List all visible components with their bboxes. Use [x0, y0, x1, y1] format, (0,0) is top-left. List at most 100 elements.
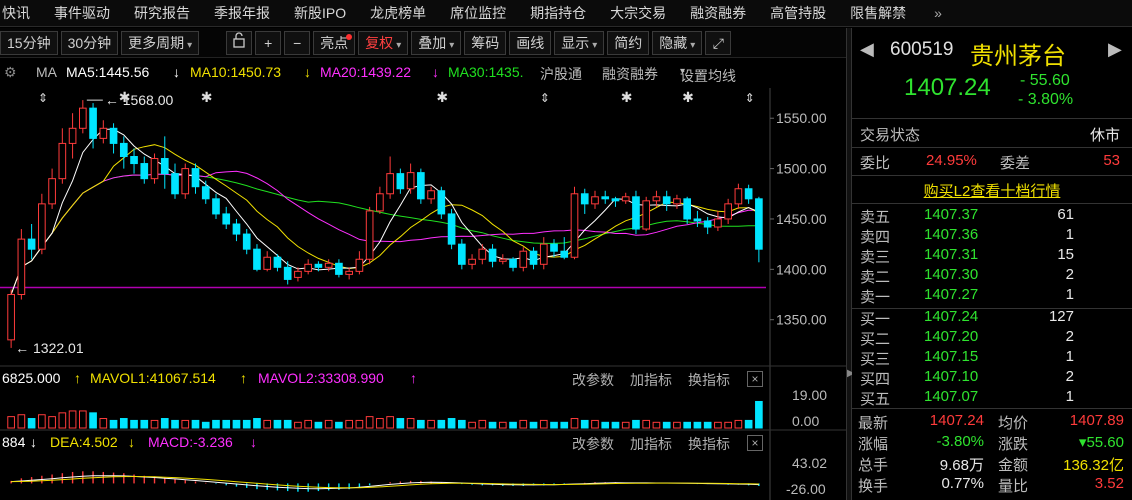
- candle-down: [632, 196, 640, 230]
- chart-toolbar: 15分钟 30分钟 更多周期 ▾ + − 亮点 复权 ▾ 叠加 ▾ 筹码 画线 显示 ▾…: [0, 28, 846, 58]
- volume-bar-up: [263, 419, 272, 429]
- lock-icon[interactable]: [226, 30, 253, 55]
- level-price: 1407.27: [924, 286, 979, 303]
- margin-button[interactable]: 融资融券: [602, 64, 658, 84]
- level-volume: 1: [1065, 388, 1074, 405]
- volume-bar-up: [150, 419, 159, 429]
- settings-icon[interactable]: ⚙: [4, 64, 17, 81]
- volume-bar-up: [406, 418, 415, 429]
- nav-item[interactable]: 新股IPO: [282, 0, 358, 27]
- level-volume: 127: [1048, 308, 1074, 325]
- nav-more-icon[interactable]: »: [922, 0, 954, 27]
- hide-dropdown[interactable]: 隐藏 ▾: [652, 30, 703, 55]
- candle-down: [222, 213, 231, 225]
- chevron-down-icon: ▾: [396, 39, 402, 51]
- period-15min-button[interactable]: 15分钟: [0, 30, 58, 55]
- level-volume: 1: [1065, 226, 1074, 243]
- period-30min-button[interactable]: 30分钟: [60, 30, 119, 55]
- more-period-label: 更多周期: [128, 34, 185, 51]
- candle-down: [89, 107, 97, 139]
- order-ratio-row: 委比 24.95% 委差 53: [852, 150, 1132, 174]
- mavol2-value: MAVOL2:33308.990: [258, 370, 384, 386]
- divider: [852, 203, 1132, 204]
- level-label: 卖四: [860, 229, 891, 246]
- dividend-marker-icon: ⇕: [745, 91, 755, 105]
- l2-upgrade-link[interactable]: 购买L2查看十档行情: [924, 183, 1061, 200]
- volume-bar-down: [232, 419, 241, 429]
- nav-item[interactable]: 融资融券: [678, 0, 758, 27]
- nav-item[interactable]: 高管持股: [758, 0, 838, 27]
- stat-row: 总手 9.68万 金额 136.32亿: [852, 454, 1132, 475]
- volume-bar-up: [345, 419, 353, 429]
- candle-down: [232, 223, 241, 235]
- nav-item[interactable]: 席位监控: [438, 0, 518, 27]
- stat-value: 136.32亿: [1063, 457, 1124, 474]
- change-param-button[interactable]: 改参数: [572, 434, 614, 454]
- highlight-button[interactable]: 亮点: [313, 30, 356, 55]
- swap-indicator-button[interactable]: 换指标: [688, 370, 730, 390]
- candle-up: [642, 200, 651, 230]
- nav-item[interactable]: 季报年报: [202, 0, 282, 27]
- display-dropdown[interactable]: 显示 ▾: [554, 30, 605, 55]
- stat-value: 3.52: [1094, 475, 1124, 492]
- order-ratio-value: 24.95%: [926, 152, 977, 169]
- candle-up: [621, 196, 630, 202]
- price-block: 1407.24 - 55.60 - 3.80%: [852, 72, 1132, 112]
- nav-item[interactable]: 研究报告: [122, 0, 202, 27]
- close-icon[interactable]: ×: [747, 435, 763, 451]
- volume-bar-up: [427, 419, 435, 429]
- candle-down: [550, 243, 558, 252]
- volume-bar-up: [7, 416, 15, 429]
- more-period-dropdown[interactable]: 更多周期 ▾: [121, 30, 200, 55]
- overlay-dropdown[interactable]: 叠加 ▾: [411, 30, 462, 55]
- candle-down: [703, 220, 712, 228]
- volume-bar-down: [560, 421, 569, 429]
- nav-item[interactable]: 大宗交易: [598, 0, 678, 27]
- volume-bar-down: [253, 418, 261, 429]
- fullscreen-icon[interactable]: ⤢: [705, 30, 732, 55]
- volume-bar-down: [703, 421, 712, 429]
- volume-bar-down: [396, 418, 405, 429]
- hgt-button[interactable]: 沪股通: [540, 64, 582, 84]
- zoom-out-icon[interactable]: −: [284, 30, 311, 55]
- ma-settings-label: 设置均线: [680, 68, 736, 84]
- close-icon[interactable]: ×: [747, 371, 763, 387]
- candle-up: [539, 243, 548, 265]
- chips-button[interactable]: 筹码: [464, 30, 507, 55]
- simple-button[interactable]: 简约: [607, 30, 650, 55]
- nav-item[interactable]: 事件驱动: [42, 0, 122, 27]
- stat-value: 1407.89: [1069, 412, 1124, 429]
- add-indicator-button[interactable]: 加指标: [630, 370, 672, 390]
- swap-indicator-button[interactable]: 换指标: [688, 434, 730, 454]
- candle-up: [78, 107, 87, 129]
- volume-bar-down: [119, 418, 128, 429]
- volume-bar-up: [570, 418, 579, 429]
- nav-item[interactable]: 限售解禁: [838, 0, 918, 27]
- level-price: 1407.15: [924, 348, 979, 365]
- candle-up: [519, 250, 528, 268]
- next-stock-icon[interactable]: ▶: [1108, 39, 1122, 60]
- change-param-button[interactable]: 改参数: [572, 370, 614, 390]
- zoom-in-icon[interactable]: +: [255, 30, 282, 55]
- candle-up: [345, 270, 353, 275]
- level-volume: 2: [1065, 266, 1074, 283]
- stat-value: -3.80%: [936, 433, 984, 450]
- adjust-dropdown[interactable]: 复权 ▾: [358, 30, 409, 55]
- hide-label: 隐藏: [659, 34, 688, 51]
- nav-item[interactable]: 龙虎榜单: [358, 0, 438, 27]
- draw-line-button[interactable]: 画线: [509, 30, 552, 55]
- candle-down: [242, 233, 251, 250]
- nav-item[interactable]: 快讯: [0, 0, 42, 27]
- price-change: - 55.60: [1020, 72, 1070, 89]
- candle-down: [560, 250, 569, 258]
- candle-down: [283, 266, 292, 280]
- up-arrow-icon: ↑: [74, 370, 81, 386]
- stock-name: 贵州茅台: [970, 43, 1066, 70]
- add-indicator-button[interactable]: 加指标: [630, 434, 672, 454]
- chevron-down-icon: ▾: [187, 39, 193, 51]
- prev-stock-icon[interactable]: ◀: [860, 39, 874, 60]
- candle-up: [734, 188, 743, 205]
- candle-down: [171, 173, 179, 195]
- macd-axis-label: 43.02: [792, 455, 827, 471]
- nav-item[interactable]: 期指持仓: [518, 0, 598, 27]
